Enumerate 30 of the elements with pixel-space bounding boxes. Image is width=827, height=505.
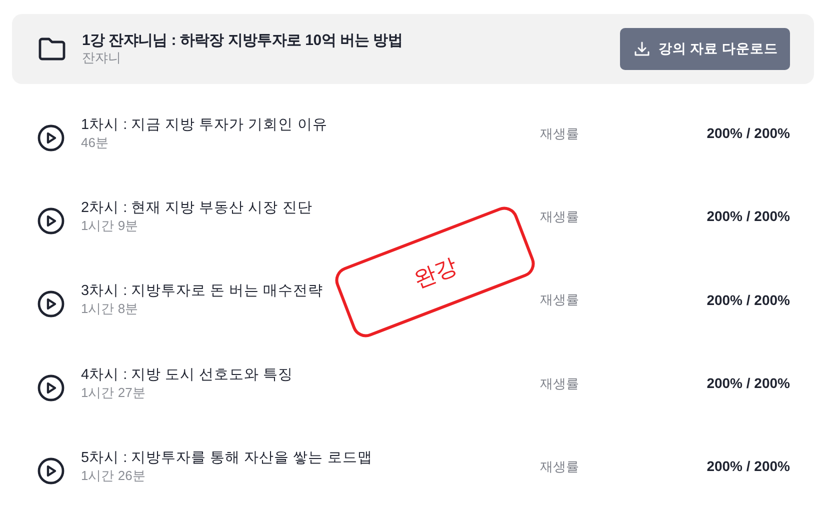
progress-value: 200% / 200%	[706, 124, 790, 144]
folder-icon	[38, 37, 66, 61]
progress-value: 200% / 200%	[706, 207, 790, 226]
lesson-title[interactable]: 2차시 : 현재 지방 부동산 시장 진단	[81, 199, 312, 218]
play-icon[interactable]	[37, 374, 65, 402]
progress-value: 200% / 200%	[706, 374, 790, 394]
lesson-duration: 1시간 9분	[81, 218, 138, 235]
course-title: 1강 잔쟈니님 : 하락장 지방투자로 10억 버는 방법	[82, 32, 404, 50]
play-icon[interactable]	[37, 124, 65, 152]
progress-label: 재생률	[540, 458, 580, 476]
lesson-duration: 1시간 27분	[81, 384, 146, 402]
download-icon	[634, 41, 650, 57]
lesson-title[interactable]: 5차시 : 지방투자를 통해 자산을 쌓는 로드맵	[81, 448, 372, 468]
instructor-name: 잔쟈니	[82, 50, 122, 66]
lesson-duration: 1시간 26분	[81, 468, 146, 485]
lesson-title[interactable]: 1차시 : 지금 지방 투자가 기회인 이유	[81, 116, 328, 135]
download-button[interactable]: 강의 자료 다운로드	[620, 28, 790, 70]
lesson-title[interactable]: 4차시 : 지방 도시 선호도와 특징	[81, 366, 294, 385]
lesson-title[interactable]: 3차시 : 지방투자로 돈 버는 매수전략	[81, 282, 324, 302]
play-icon[interactable]	[37, 456, 65, 485]
lesson-duration: 1시간 8분	[81, 301, 138, 318]
progress-label: 재생률	[540, 124, 580, 143]
progress-label: 재생률	[540, 374, 580, 393]
progress-value: 200% / 200%	[706, 457, 790, 476]
progress-value: 200% / 200%	[706, 290, 790, 310]
progress-label: 재생률	[540, 208, 580, 226]
play-icon[interactable]	[37, 206, 65, 235]
play-icon[interactable]	[37, 290, 65, 318]
progress-label: 재생률	[540, 291, 580, 310]
lesson-duration: 46분	[81, 134, 108, 152]
